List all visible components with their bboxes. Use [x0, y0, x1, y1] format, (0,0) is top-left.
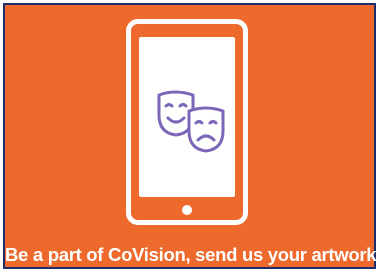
banner-caption: Be a part of CoVision, send us your artw… — [5, 244, 379, 265]
phone-screen — [139, 37, 235, 197]
theater-masks-icon — [157, 90, 225, 153]
promo-banner: Be a part of CoVision, send us your artw… — [3, 3, 379, 269]
home-button-icon — [182, 205, 192, 215]
smartphone-outline — [126, 19, 248, 225]
